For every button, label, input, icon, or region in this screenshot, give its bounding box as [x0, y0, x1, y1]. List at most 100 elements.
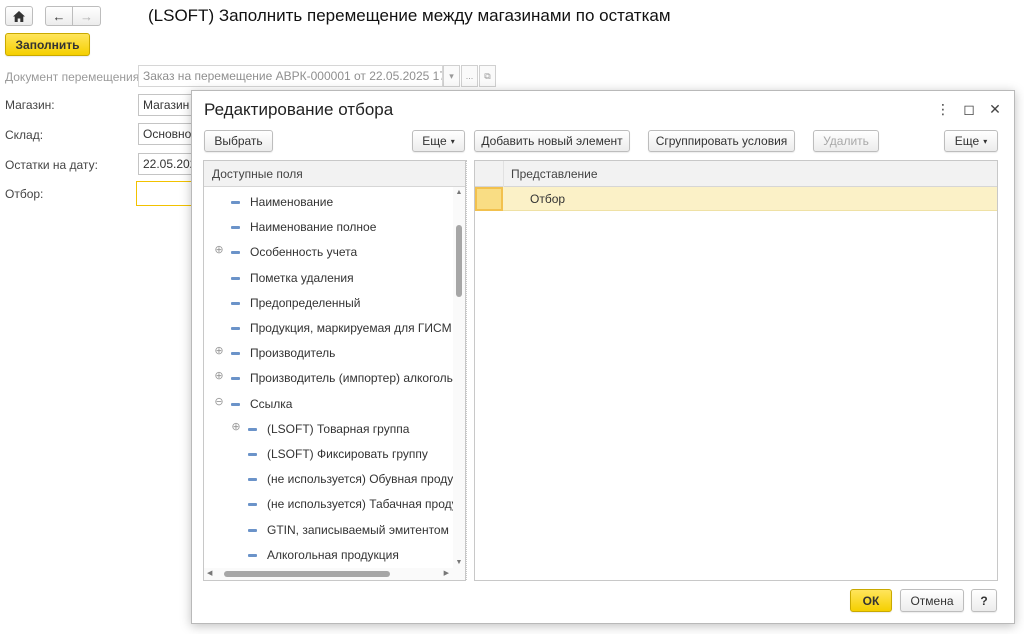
- nav-history-group: ← →: [45, 6, 101, 26]
- field-icon: [231, 327, 240, 330]
- more-actions-icon[interactable]: ⋮: [936, 101, 950, 118]
- expand-icon[interactable]: ⊕: [214, 346, 224, 357]
- filter-field[interactable]: [136, 181, 198, 206]
- select-button[interactable]: Выбрать: [204, 130, 273, 152]
- add-new-element-button[interactable]: Добавить новый элемент: [474, 130, 630, 152]
- field-icon: [248, 427, 257, 431]
- document-label: Документ перемещения:: [5, 70, 143, 84]
- tree-item-label: Продукция, маркируемая для ГИСМ: [250, 321, 452, 335]
- tree-item[interactable]: Алкогольная продукция: [204, 543, 453, 568]
- expand-icon[interactable]: ⊕: [231, 421, 241, 432]
- help-button[interactable]: ?: [971, 589, 997, 612]
- tree-item-label: Пометка удаления: [250, 270, 354, 285]
- store-field[interactable]: Магазин ": [138, 94, 198, 116]
- date-label: Остатки на дату:: [5, 158, 98, 172]
- field-icon: [231, 251, 240, 255]
- field-icon: [248, 503, 257, 507]
- panel-splitter[interactable]: [466, 160, 469, 580]
- tree-item[interactable]: ⊖ Ссылка: [204, 392, 453, 417]
- field-icon: [248, 528, 257, 532]
- tree-item[interactable]: Пометка удаления: [204, 266, 453, 291]
- right-more-button[interactable]: Еще ▾: [944, 130, 998, 152]
- field-icon: [248, 553, 257, 557]
- filter-edit-dialog: Редактирование отбора ⋮ ◻ ✕ Выбрать Еще …: [191, 90, 1015, 624]
- selected-cell[interactable]: [475, 187, 503, 211]
- filter-row-label: Отбор: [530, 192, 566, 206]
- available-fields-header: Доступные поля: [204, 161, 465, 187]
- delete-button[interactable]: Удалить: [813, 130, 879, 152]
- filter-row[interactable]: Отбор: [475, 187, 997, 211]
- document-dropdown-button[interactable]: ▾: [443, 65, 460, 87]
- vertical-scroll-thumb[interactable]: [456, 225, 462, 297]
- tree-item[interactable]: (не используется) Обувная продукц: [204, 467, 465, 492]
- field-icon: [231, 201, 240, 204]
- horizontal-scroll-thumb[interactable]: [224, 571, 390, 577]
- tree-item[interactable]: ⊕ Производитель: [204, 341, 453, 366]
- field-icon: [231, 276, 240, 280]
- page-title: (LSOFT) Заполнить перемещение между мага…: [148, 6, 671, 25]
- filter-conditions-panel: Представление Отбор: [474, 160, 998, 581]
- fill-button[interactable]: Заполнить: [5, 33, 90, 56]
- tree-item[interactable]: GTIN, записываемый эмитентом в Н: [204, 518, 465, 543]
- vertical-scrollbar[interactable]: ▲ ▼: [453, 187, 465, 568]
- tree-item-label: Предопределенный: [250, 295, 361, 310]
- tree-item[interactable]: Наименование: [204, 190, 453, 215]
- document-open-button[interactable]: ⧉: [479, 65, 496, 87]
- tree-item[interactable]: (не используется) Табачная продук: [204, 492, 463, 517]
- tree-item-label: (не используется) Табачная продук: [267, 497, 463, 512]
- tree-item[interactable]: ⊕ Особенность учета: [204, 240, 453, 265]
- close-icon[interactable]: ✕: [988, 101, 1002, 118]
- scroll-down-icon[interactable]: ▼: [453, 559, 465, 566]
- ellipsis-icon: ...: [465, 71, 474, 81]
- expand-icon[interactable]: ⊕: [214, 371, 224, 382]
- arrow-right-icon: →: [80, 8, 93, 24]
- expand-icon[interactable]: ⊕: [214, 245, 224, 256]
- warehouse-field[interactable]: Основной: [138, 123, 198, 145]
- chevron-down-icon: ▾: [983, 136, 988, 146]
- tree-item[interactable]: Предопределенный: [204, 291, 453, 316]
- cancel-button[interactable]: Отмена: [900, 589, 964, 612]
- date-field[interactable]: 22.05.202: [138, 153, 198, 175]
- warehouse-label: Склад:: [5, 128, 44, 142]
- left-more-button[interactable]: Еще ▾: [412, 130, 465, 152]
- tree-item[interactable]: ⊕ (LSOFT) Товарная группа: [204, 417, 453, 442]
- right-more-label: Еще: [954, 134, 980, 148]
- tree-item[interactable]: (LSOFT) Фиксировать группу: [204, 442, 453, 467]
- arrow-left-icon: ←: [52, 8, 66, 24]
- tree-item-label: GTIN, записываемый эмитентом в Н: [267, 522, 466, 537]
- horizontal-scrollbar[interactable]: ◀ ▶: [204, 568, 465, 580]
- chevron-down-icon: ▾: [450, 136, 455, 146]
- field-icon: [248, 453, 257, 456]
- tree-item[interactable]: Наименование полное: [204, 215, 453, 240]
- column-divider: [503, 161, 504, 187]
- scroll-left-icon[interactable]: ◀: [207, 568, 212, 580]
- tree-item-label: Наименование полное: [250, 220, 377, 235]
- tree-item-label: Наименование: [250, 195, 334, 209]
- tree-item-label: (LSOFT) Товарная группа: [267, 421, 410, 436]
- back-button[interactable]: ←: [45, 6, 73, 26]
- available-fields-panel: Доступные поля Наименование Наименование …: [203, 160, 466, 581]
- tree-item[interactable]: ⊕ Производитель (импортер) алкогольно: [204, 366, 465, 391]
- chevron-down-icon: ▾: [449, 70, 454, 81]
- left-more-label: Еще: [422, 134, 447, 148]
- field-icon: [231, 352, 240, 356]
- nav-home-group: [5, 6, 33, 26]
- filter-label: Отбор:: [5, 187, 44, 201]
- scroll-up-icon[interactable]: ▲: [453, 189, 465, 196]
- forward-button[interactable]: →: [73, 6, 101, 26]
- group-conditions-button[interactable]: Сгруппировать условия: [648, 130, 795, 152]
- representation-header: Представление: [475, 161, 997, 187]
- tree-item[interactable]: Продукция, маркируемая для ГИСМ: [204, 316, 453, 341]
- tree-item-label: (LSOFT) Фиксировать группу: [267, 447, 428, 461]
- home-button[interactable]: [5, 6, 33, 26]
- document-select-button[interactable]: ...: [461, 65, 478, 87]
- maximize-icon[interactable]: ◻: [962, 101, 976, 118]
- ok-button[interactable]: ОК: [850, 589, 892, 612]
- field-icon: [231, 377, 240, 381]
- collapse-icon[interactable]: ⊖: [214, 396, 224, 407]
- field-icon: [248, 478, 257, 482]
- document-field[interactable]: Заказ на перемещение АВРК-000001 от 22.0…: [138, 65, 443, 87]
- store-label: Магазин:: [5, 98, 55, 112]
- scroll-right-icon[interactable]: ▶: [444, 568, 449, 580]
- dialog-title: Редактирование отбора: [204, 100, 394, 119]
